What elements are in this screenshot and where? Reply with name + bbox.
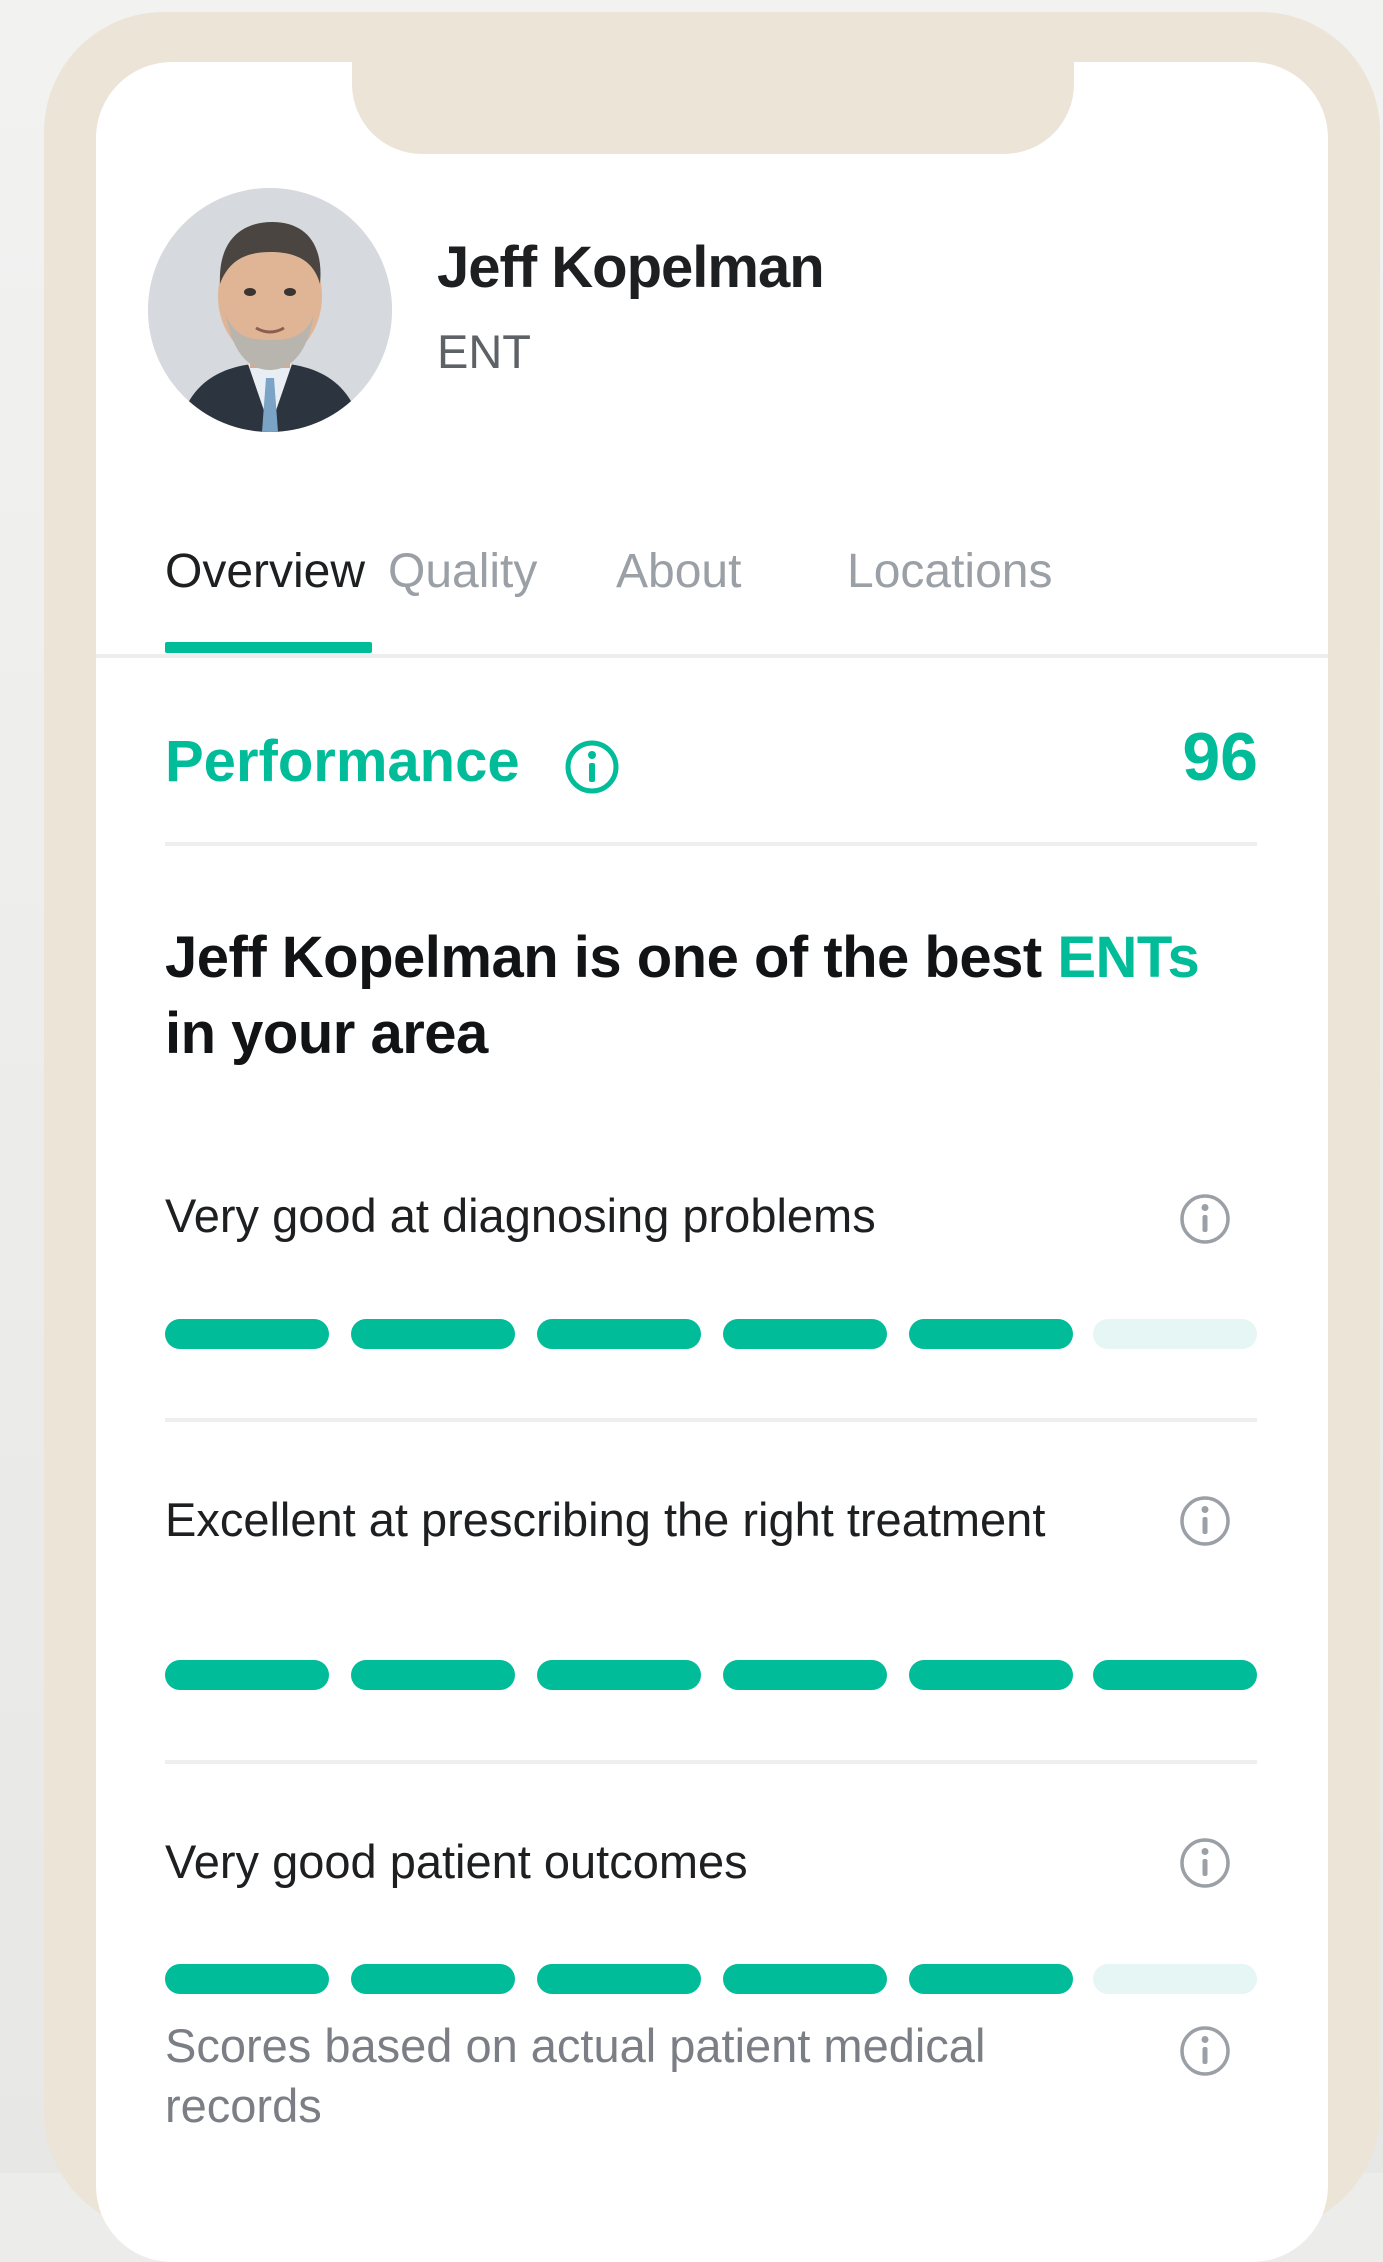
rating-segment xyxy=(723,1660,887,1690)
performance-title: Performance xyxy=(165,729,520,794)
rating-segment xyxy=(1093,1660,1257,1690)
rating-segment xyxy=(351,1319,515,1349)
tab-quality[interactable]: Quality xyxy=(388,544,537,599)
performance-score: 96 xyxy=(1182,719,1258,795)
info-icon[interactable] xyxy=(1178,1192,1232,1251)
rating-segment xyxy=(351,1964,515,1994)
provider-name: Jeff Kopelman xyxy=(437,235,825,300)
rating-segment xyxy=(351,1660,515,1690)
tab-locations[interactable]: Locations xyxy=(847,544,1052,599)
tab-divider xyxy=(96,654,1328,658)
metric-label-outcomes: Very good patient outcomes xyxy=(165,1835,748,1888)
tab-about[interactable]: About xyxy=(616,544,741,599)
performance-info-icon[interactable] xyxy=(564,739,620,800)
rating-segment xyxy=(909,1964,1073,1994)
avatar xyxy=(148,188,392,432)
rating-segment-empty xyxy=(1093,1319,1257,1349)
rating-segment-empty xyxy=(1093,1964,1257,1994)
phone-screen: Jeff Kopelman ENT Overview Quality About… xyxy=(96,62,1328,2262)
tab-overview[interactable]: Overview xyxy=(165,544,365,599)
info-icon[interactable] xyxy=(1178,1836,1232,1895)
rating-segment xyxy=(909,1319,1073,1349)
rating-bar xyxy=(165,1319,1257,1349)
provider-specialty: ENT xyxy=(437,325,531,378)
rating-segment xyxy=(165,1660,329,1690)
scores-footnote: Scores based on actual patient medical r… xyxy=(165,2019,986,2132)
rating-segment xyxy=(723,1319,887,1349)
rating-segment xyxy=(537,1660,701,1690)
rating-segment xyxy=(537,1319,701,1349)
phone-notch xyxy=(352,62,1074,154)
rating-bar xyxy=(165,1964,1257,1994)
info-icon[interactable] xyxy=(1178,1494,1232,1553)
headline-text-suffix: in your area xyxy=(165,1001,488,1066)
active-tab-indicator xyxy=(165,642,372,653)
rating-segment xyxy=(537,1964,701,1994)
divider xyxy=(165,1418,1257,1422)
rating-segment xyxy=(165,1964,329,1994)
rating-segment xyxy=(165,1319,329,1349)
divider xyxy=(165,1760,1257,1764)
headline-specialty-link[interactable]: ENTs xyxy=(1057,925,1199,990)
rating-segment xyxy=(723,1964,887,1994)
performance-headline: Jeff Kopelman is one of the best ENTs in… xyxy=(165,920,1265,1072)
metric-label-prescribing: Excellent at prescribing the right treat… xyxy=(165,1493,1046,1546)
divider xyxy=(165,842,1257,846)
info-icon[interactable] xyxy=(1178,2024,1232,2083)
headline-text: Jeff Kopelman is one of the best xyxy=(165,925,1058,990)
rating-bar xyxy=(165,1660,1257,1690)
metric-label-diagnosing: Very good at diagnosing problems xyxy=(165,1189,876,1242)
rating-segment xyxy=(909,1660,1073,1690)
